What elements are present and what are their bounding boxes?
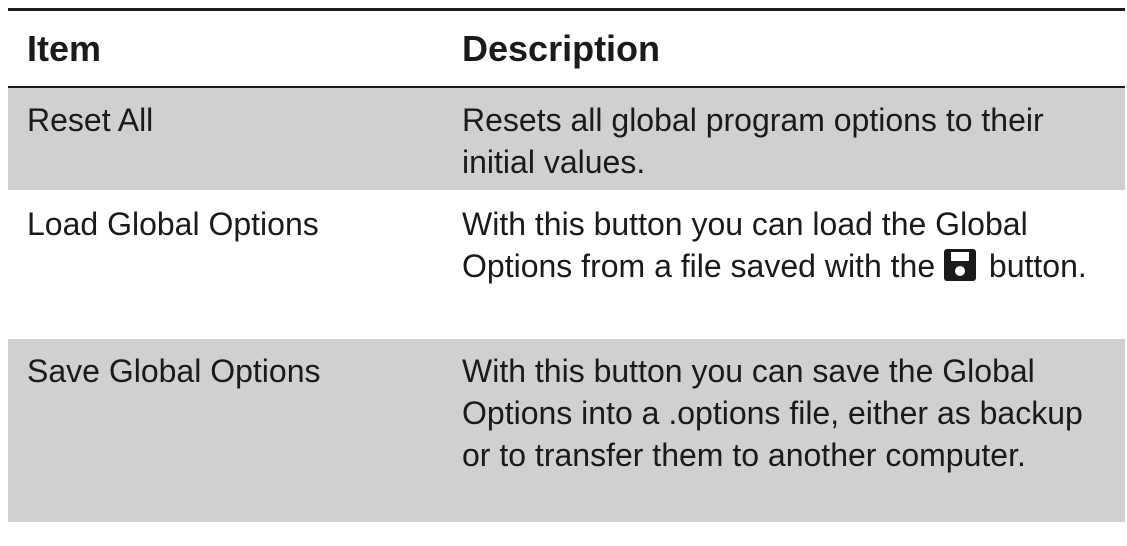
options-table: Item Description Reset All Resets all gl… (8, 11, 1125, 522)
description-text-after-icon: button. (980, 248, 1087, 284)
header-item: Item (27, 27, 102, 69)
floppy-disk-icon (944, 249, 976, 281)
table-row: Save Global Options With this button you… (8, 339, 1125, 522)
header-description: Description (462, 27, 661, 69)
table-header-row: Item Description (8, 11, 1125, 88)
table-row: Load Global Options With this button you… (8, 192, 1125, 339)
row-description-load-global-options: With this button you can load the Global… (462, 192, 1125, 337)
row-item-reset-all: Reset All (27, 102, 154, 138)
row-description-save-global-options: With this button you can save the Global… (462, 353, 1083, 473)
row-item-save-global-options: Save Global Options (27, 353, 321, 389)
row-item-load-global-options: Load Global Options (27, 206, 319, 242)
description-text-before-icon: With this button you can load the Global… (462, 206, 1028, 284)
row-description-reset-all: Resets all global program options to the… (462, 102, 1044, 180)
table-row: Reset All Resets all global program opti… (8, 88, 1125, 192)
